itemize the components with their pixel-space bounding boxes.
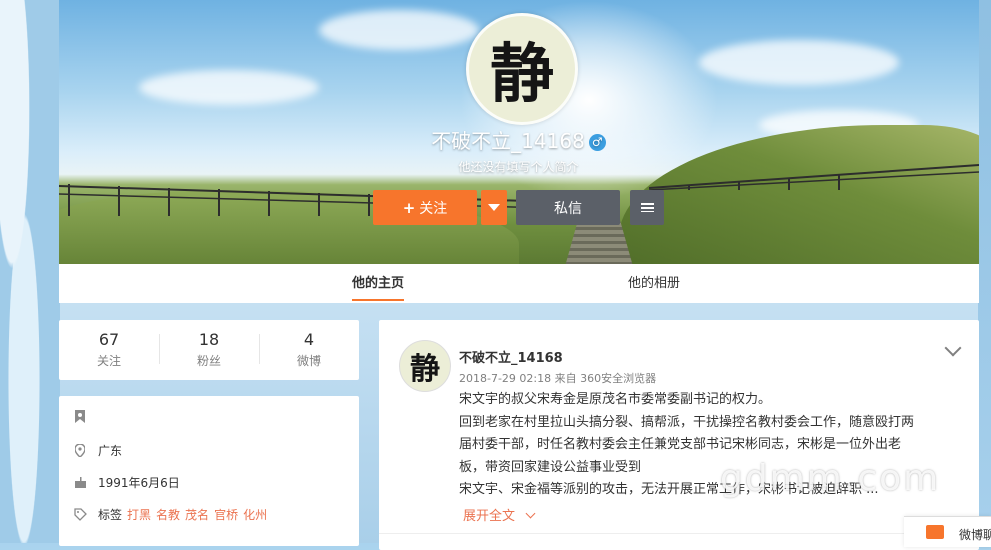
profile-bio: 他还没有填写个人简介 — [458, 160, 579, 174]
stat-label: 粉丝 — [196, 354, 221, 368]
post-avatar[interactable]: 静 — [399, 340, 451, 392]
tags-label: 标签 — [98, 508, 123, 522]
post-line: 回到老家在村里拉山头搞分裂、搞帮派，干扰操控名教村委会工作，随意殴打两 — [459, 414, 915, 430]
location-text: 广东 — [98, 444, 123, 458]
post-line: 宋文宇的叔父宋寿金是原茂名市委常委副书记的权力。 — [459, 392, 772, 407]
chevron-down-icon — [525, 508, 536, 519]
info-row-birthday: 1991年6月6日 — [73, 474, 180, 491]
location-pin-icon — [73, 442, 87, 458]
chevron-down-icon[interactable] — [944, 339, 962, 357]
stat-followers[interactable]: 18 粉丝 — [159, 320, 259, 380]
cake-icon — [73, 476, 87, 490]
profile-nav: 他的主页 他的相册 — [59, 264, 979, 303]
avatar-char: 静 — [490, 37, 554, 112]
profile-avatar[interactable]: 静 — [466, 13, 578, 125]
site-watermark: gdmm.com — [720, 458, 941, 499]
info-card: 广东 1991年6月6日 标签 打黑 名教 茂名 官桥 化州 — [59, 396, 359, 546]
post-author[interactable]: 不破不立_14168 — [459, 347, 563, 366]
follow-dropdown-button[interactable] — [481, 190, 507, 225]
info-row-location: 广东 — [73, 442, 122, 459]
post-meta: 2018-7-29 02:18 来自 360安全浏览器 — [459, 372, 657, 385]
stat-value: 4 — [303, 330, 315, 349]
plus-icon: + — [402, 198, 416, 217]
tag-link[interactable]: 官桥 — [214, 506, 238, 523]
stat-value: 67 — [98, 330, 120, 349]
stat-value: 18 — [198, 330, 220, 349]
stat-label: 微博 — [296, 354, 321, 368]
background-right — [978, 0, 991, 543]
tag-link[interactable]: 茂名 — [185, 506, 209, 523]
tag-link[interactable]: 化州 — [243, 506, 267, 523]
expand-label: 展开全文 — [463, 509, 516, 524]
profile-username: 不破不立_14168 ♂ — [0, 125, 991, 154]
bookmark-icon — [73, 410, 87, 424]
follow-label: 关注 — [419, 200, 448, 217]
post-line: 届村委干部，时任名教村委会主任兼党支部书记宋彬同志，宋彬是一位外出老 — [459, 437, 902, 452]
stats-card: 67 关注 18 粉丝 4 微博 — [59, 320, 359, 380]
username-text: 不破不立_14168 — [431, 129, 585, 153]
stat-label: 关注 — [96, 354, 121, 368]
feed-post: 静 不破不立_14168 2018-7-29 02:18 来自 360安全浏览器… — [379, 320, 979, 550]
male-icon: ♂ — [588, 134, 606, 151]
tag-link[interactable]: 名教 — [156, 506, 180, 523]
stat-posts[interactable]: 4 微博 — [259, 320, 359, 380]
info-row-badge — [73, 410, 98, 424]
avatar-char: 静 — [410, 352, 440, 387]
message-button[interactable]: 私信 — [516, 190, 620, 225]
more-menu-button[interactable] — [630, 190, 664, 225]
chat-panel-label: 微博聊天 — [959, 528, 991, 542]
mail-icon — [926, 525, 944, 539]
background-left — [0, 0, 60, 543]
tab-home[interactable]: 他的主页 — [352, 264, 405, 303]
birthday-text: 1991年6月6日 — [98, 476, 180, 490]
tab-album[interactable]: 他的相册 — [628, 264, 680, 303]
stat-following[interactable]: 67 关注 — [59, 320, 159, 380]
follow-button[interactable]: + 关注 — [373, 190, 477, 225]
caret-down-icon — [488, 204, 500, 211]
tag-link[interactable]: 打黑 — [127, 506, 151, 523]
expand-full-text-link[interactable]: 展开全文 — [463, 505, 536, 524]
tag-icon — [73, 507, 87, 522]
divider — [379, 533, 979, 534]
info-row-tags: 标签 打黑 名教 茂名 官桥 化州 — [73, 506, 267, 523]
chat-panel[interactable]: 微博聊天 — [904, 516, 991, 547]
menu-icon — [640, 203, 654, 212]
